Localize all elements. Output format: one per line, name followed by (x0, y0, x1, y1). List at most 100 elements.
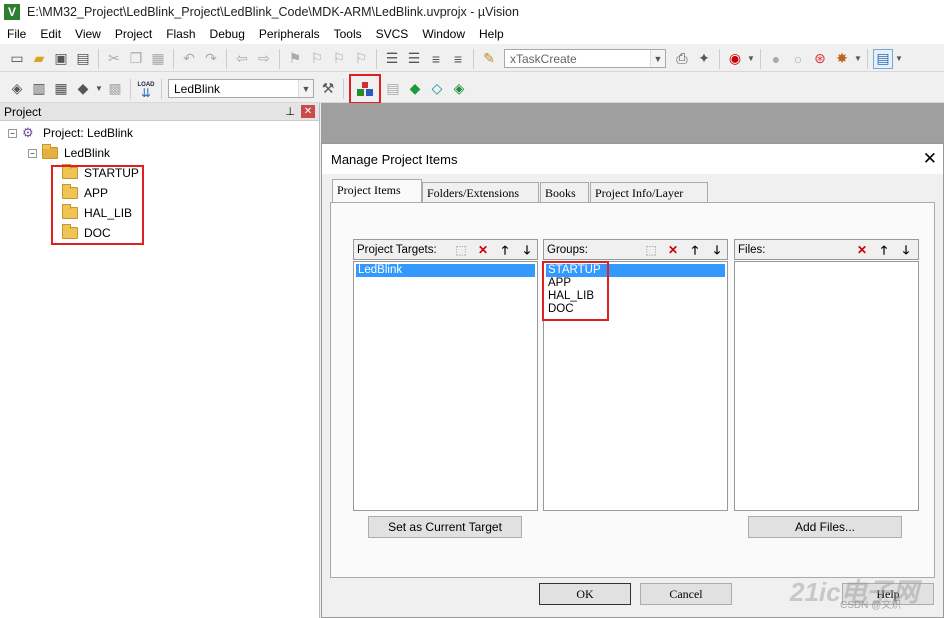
menu-project[interactable]: Project (108, 24, 159, 44)
kill-breakpoints-icon[interactable]: ⊛ (810, 49, 830, 69)
manage-rte-icon[interactable]: ◆ (405, 79, 425, 99)
menu-file[interactable]: File (0, 24, 33, 44)
find-icon[interactable]: ⎙ (672, 49, 692, 69)
batch-build-icon[interactable]: ◆ (73, 79, 93, 99)
list-item[interactable]: LedBlink (356, 264, 535, 277)
move-up-icon[interactable]: 🡑 (875, 242, 893, 258)
chevron-down-icon[interactable]: ▼ (650, 50, 665, 67)
pin-icon[interactable]: ⊥ (285, 105, 295, 118)
files-label: Files: (738, 243, 766, 256)
tab-project-items[interactable]: Project Items (332, 179, 422, 203)
tab-label: Folders/Extensions (427, 186, 519, 200)
debug-session-icon[interactable]: ◉ (725, 49, 745, 69)
indent-icon[interactable]: ☰ (382, 49, 402, 69)
tab-folders-extensions[interactable]: Folders/Extensions (422, 182, 539, 202)
collapse-icon[interactable]: − (28, 148, 37, 158)
groups-list[interactable]: STARTUP APP HAL_LIB DOC (542, 261, 728, 511)
tab-label: Books (545, 186, 576, 200)
translate-icon[interactable]: ◈ (7, 79, 27, 99)
menu-debug[interactable]: Debug (203, 24, 252, 44)
menu-view[interactable]: View (68, 24, 108, 44)
delete-icon[interactable]: ✕ (853, 242, 871, 258)
incremental-find-icon[interactable]: ✦ (694, 49, 714, 69)
move-up-icon[interactable]: 🡑 (496, 242, 514, 258)
stop-build-icon[interactable]: ▩ (105, 79, 125, 99)
close-icon[interactable]: ✕ (923, 150, 937, 167)
pack-installer-icon[interactable]: ◇ (427, 79, 447, 99)
targets-list[interactable]: LedBlink (353, 261, 538, 511)
separator (376, 48, 377, 69)
close-icon[interactable]: ✕ (301, 105, 315, 118)
files-list[interactable] (734, 261, 919, 511)
tab-books[interactable]: Books (540, 182, 589, 202)
cut-icon[interactable]: ✂ (104, 49, 124, 69)
find-combo[interactable]: xTaskCreate ▼ (504, 49, 666, 68)
groups-label: Groups: (547, 243, 588, 256)
redo-icon[interactable]: ↷ (201, 49, 221, 69)
nav-back-icon[interactable]: ⇦ (232, 49, 252, 69)
chevron-down-icon[interactable]: ▼ (747, 49, 755, 69)
tree-target[interactable]: − LedBlink (28, 144, 110, 162)
chevron-down-icon[interactable]: ▼ (95, 79, 103, 99)
cancel-button[interactable]: Cancel (640, 583, 732, 605)
select-packs-icon[interactable]: ▤ (383, 79, 403, 99)
target-options-icon[interactable]: ⚒ (318, 79, 338, 99)
comment-icon[interactable]: ≡ (426, 49, 446, 69)
menu-edit[interactable]: Edit (33, 24, 68, 44)
new-group-icon[interactable]: ⬚ (642, 242, 660, 258)
software-packs-icon[interactable]: ◈ (449, 79, 469, 99)
rebuild-icon[interactable]: ▦ (51, 79, 71, 99)
build-icon[interactable]: ▥ (29, 79, 49, 99)
ok-button[interactable]: OK (539, 583, 631, 605)
chevron-down-icon[interactable]: ▼ (854, 49, 862, 69)
download-icon[interactable]: LOAD ⇊ (136, 79, 156, 99)
file-toolbar: ▭ ▰ ▣ ▤ ✂ ❐ ▦ ↶ ↷ ⇦ ⇨ ⚑ ⚐ ⚐ ⚐ ☰ ☰ ≡ ≡ ✎ … (0, 46, 944, 72)
window-layout-icon[interactable]: ▤ (873, 48, 893, 69)
breakpoint-icon[interactable]: ● (766, 49, 786, 69)
set-current-target-button[interactable]: Set as Current Target (368, 516, 522, 538)
separator (226, 48, 227, 69)
collapse-icon[interactable]: − (8, 128, 17, 138)
copy-icon[interactable]: ❐ (126, 49, 146, 69)
menu-peripherals[interactable]: Peripherals (252, 24, 327, 44)
undo-icon[interactable]: ↶ (179, 49, 199, 69)
unindent-icon[interactable]: ☰ (404, 49, 424, 69)
save-icon[interactable]: ▣ (51, 49, 71, 69)
menu-help[interactable]: Help (472, 24, 511, 44)
paste-icon[interactable]: ▦ (148, 49, 168, 69)
clear-bookmarks-icon[interactable]: ⚐ (351, 49, 371, 69)
menu-tools[interactable]: Tools (327, 24, 369, 44)
move-down-icon[interactable]: 🡓 (518, 242, 536, 258)
tree-root[interactable]: − ⚙ Project: LedBlink (8, 124, 133, 142)
move-down-icon[interactable]: 🡓 (897, 242, 915, 258)
new-target-icon[interactable]: ⬚ (452, 242, 470, 258)
open-icon[interactable]: ▰ (29, 49, 49, 69)
tab-label: Project Info/Layer (595, 186, 684, 200)
targets-header: Project Targets: ⬚ ✕ 🡑 🡓 (353, 239, 538, 260)
delete-icon[interactable]: ✕ (474, 242, 492, 258)
new-file-icon[interactable]: ▭ (7, 49, 27, 69)
chevron-down-icon[interactable]: ▼ (298, 80, 313, 97)
download-arrow-icon: ⇊ (140, 85, 152, 100)
move-up-icon[interactable]: 🡑 (686, 242, 704, 258)
move-down-icon[interactable]: 🡓 (708, 242, 726, 258)
find-in-files-icon[interactable]: ✎ (479, 49, 499, 69)
bookmark-icon[interactable]: ⚑ (285, 49, 305, 69)
manage-project-items-icon[interactable] (349, 73, 381, 104)
chevron-down-icon[interactable]: ▼ (895, 49, 903, 69)
target-combo[interactable]: LedBlink ▼ (168, 79, 314, 98)
menu-flash[interactable]: Flash (159, 24, 202, 44)
menu-window[interactable]: Window (415, 24, 472, 44)
manage-project-items-dialog: Manage Project Items ✕ Project Items Fol… (321, 143, 944, 618)
nav-forward-icon[interactable]: ⇨ (254, 49, 274, 69)
save-all-icon[interactable]: ▤ (73, 49, 93, 69)
prev-bookmark-icon[interactable]: ⚐ (307, 49, 327, 69)
uncomment-icon[interactable]: ≡ (448, 49, 468, 69)
config-icon[interactable]: ✸ (832, 49, 852, 69)
delete-icon[interactable]: ✕ (664, 242, 682, 258)
tab-project-info-layer[interactable]: Project Info/Layer (590, 182, 708, 202)
add-files-button[interactable]: Add Files... (748, 516, 902, 538)
next-bookmark-icon[interactable]: ⚐ (329, 49, 349, 69)
menu-svcs[interactable]: SVCS (369, 24, 416, 44)
disable-breakpoint-icon[interactable]: ○ (788, 49, 808, 69)
